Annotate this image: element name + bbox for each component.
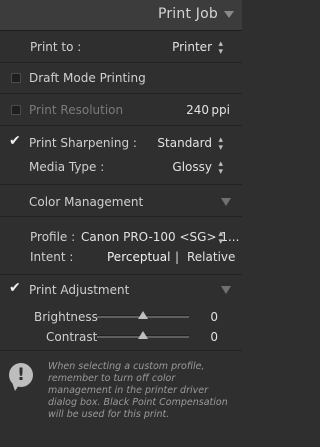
color-management-header[interactable]: Color Management <box>0 185 242 217</box>
print-resolution-unit: ppi <box>211 103 230 117</box>
collapse-triangle-icon[interactable] <box>221 286 231 294</box>
profile-label: Profile : <box>30 230 76 244</box>
media-type-select[interactable]: Glossy <box>172 160 212 174</box>
draft-mode-label: Draft Mode Printing <box>29 71 146 85</box>
print-resolution-section: Print Resolution 240 ppi <box>0 94 242 126</box>
info-bubble-tail-icon <box>12 382 21 391</box>
contrast-value[interactable]: 0 <box>210 330 218 344</box>
intent-divider: | <box>175 250 180 264</box>
intent-label: Intent : <box>30 250 74 264</box>
intent-option-relative[interactable]: Relative <box>187 250 235 264</box>
select-arrows-icon[interactable]: ▴ ▾ <box>218 230 223 247</box>
brightness-value[interactable]: 0 <box>210 310 218 324</box>
media-type-label: Media Type : <box>29 160 105 174</box>
print-adjustment-checkmark-icon[interactable]: ✔ <box>9 281 21 295</box>
info-text: When selecting a custom profile, remembe… <box>48 361 228 420</box>
color-management-title: Color Management <box>29 195 144 209</box>
select-arrows-icon[interactable]: ▴ ▾ <box>218 136 223 153</box>
contrast-label: Contrast <box>46 330 98 344</box>
sharpening-section: ✔ Print Sharpening : Standard ▴ ▾ Media T… <box>0 126 242 185</box>
print-resolution-checkbox[interactable] <box>11 105 21 115</box>
print-to-section: Print to : Printer ▴ ▾ <box>0 32 242 63</box>
print-adjustment-section: ✔ Print Adjustment Brightness 0 Contrast… <box>0 275 242 351</box>
print-resolution-value[interactable]: 240 <box>186 103 209 117</box>
intent-option-perceptual[interactable]: Perceptual <box>107 250 170 264</box>
collapse-triangle-icon[interactable] <box>221 198 231 206</box>
panel-header[interactable]: Print Job <box>0 0 242 31</box>
print-adjustment-label: Print Adjustment <box>29 283 130 297</box>
draft-mode-section: Draft Mode Printing <box>0 63 242 94</box>
sharpening-label: Print Sharpening : <box>29 136 137 150</box>
color-management-body: Profile : Canon PRO-100 <SG> 1... ▴ ▾ Int… <box>0 217 242 275</box>
print-job-panel: Print Job Print to : Printer ▴ ▾ Draft Mo… <box>0 0 242 447</box>
brightness-label: Brightness <box>34 310 98 324</box>
draft-mode-checkbox[interactable] <box>11 73 21 83</box>
profile-select[interactable]: Canon PRO-100 <SG> 1... <box>81 230 239 244</box>
select-arrows-icon[interactable]: ▴ ▾ <box>218 160 223 177</box>
sharpening-checkmark-icon[interactable]: ✔ <box>9 134 21 148</box>
contrast-slider-thumb[interactable] <box>138 331 148 339</box>
sharpening-select[interactable]: Standard <box>157 136 212 150</box>
print-to-label: Print to : <box>30 40 82 54</box>
print-resolution-label: Print Resolution <box>29 103 124 117</box>
panel-title: Print Job <box>157 6 218 22</box>
select-arrows-icon[interactable]: ▴ ▾ <box>218 40 223 57</box>
print-to-select[interactable]: Printer <box>172 40 212 54</box>
brightness-slider-thumb[interactable] <box>138 311 148 319</box>
collapse-triangle-icon[interactable] <box>224 11 234 18</box>
